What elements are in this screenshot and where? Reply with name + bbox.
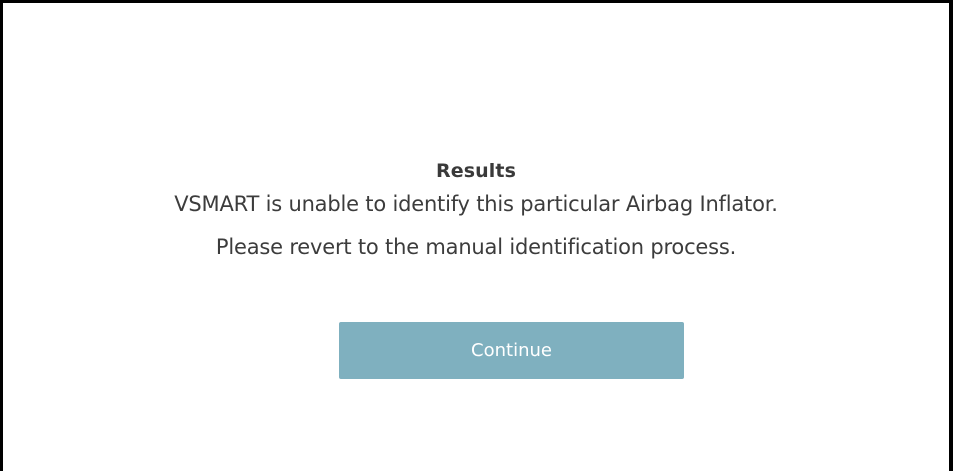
message-line-manual-process: Please revert to the manual identificati… — [215, 235, 737, 259]
results-title: Results — [436, 160, 516, 182]
continue-button[interactable]: Continue — [339, 322, 684, 379]
results-dialog: Results VSMART is unable to identify thi… — [0, 0, 953, 471]
message-line-unable-to-identify: VSMART is unable to identify this partic… — [174, 192, 778, 216]
